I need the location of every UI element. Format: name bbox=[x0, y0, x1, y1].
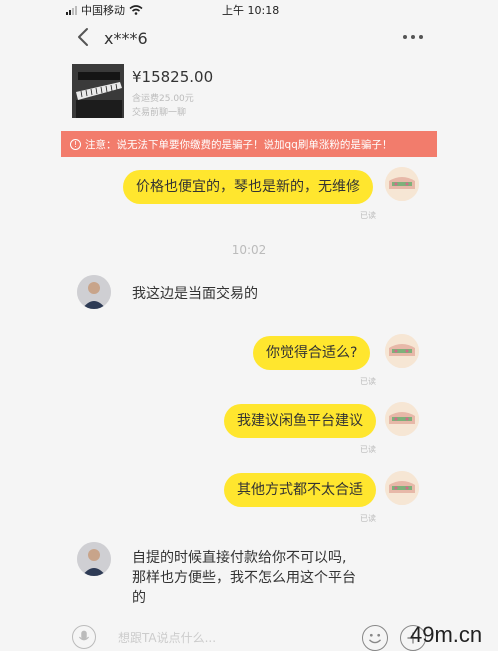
fraud-warning-banner: ! 注意：说无法下单要你缴费的是骗子！说加qq刷单涨粉的是骗子！ bbox=[61, 131, 437, 157]
message-bubble[interactable]: 其他方式都不太合适 bbox=[224, 473, 376, 507]
seller-avatar[interactable] bbox=[77, 275, 111, 309]
warning-text: 注意：说无法下单要你缴费的是骗子！说加qq刷单涨粉的是骗子！ bbox=[85, 138, 393, 151]
more-options-icon[interactable] bbox=[403, 35, 423, 39]
time-separator: 10:02 bbox=[231, 243, 267, 257]
read-status: 已读 bbox=[360, 445, 376, 454]
status-time: 上午 10:18 bbox=[222, 4, 280, 17]
my-avatar[interactable] bbox=[385, 334, 419, 368]
emoji-icon[interactable] bbox=[362, 625, 388, 651]
trade-stage: 交易前聊一聊 bbox=[132, 108, 187, 118]
chat-header: x***6 bbox=[0, 20, 498, 56]
message-bubble-incoming[interactable]: 自提的时候直接付款给你不可以吗, 那样也方便些，我不怎么用这个平台 的 bbox=[132, 548, 392, 608]
microphone-icon[interactable] bbox=[72, 625, 96, 649]
watermark: 49m.cn bbox=[410, 622, 483, 647]
product-thumbnail[interactable] bbox=[72, 64, 124, 118]
message-line: 那样也方便些，我不怎么用这个平台 bbox=[132, 570, 356, 586]
back-arrow-icon[interactable] bbox=[74, 26, 94, 48]
shipping-fee: 含运费25.00元 bbox=[132, 94, 194, 104]
message-bubble[interactable]: 我建议闲鱼平台建议 bbox=[224, 404, 376, 438]
product-card[interactable]: ¥15825.00 含运费25.00元 交易前聊一聊 bbox=[72, 64, 432, 120]
status-bar: 中国移动 上午 10:18 bbox=[0, 0, 498, 18]
signal-icon bbox=[66, 5, 77, 15]
wifi-icon bbox=[129, 5, 143, 15]
read-status: 已读 bbox=[360, 211, 376, 220]
seller-avatar[interactable] bbox=[77, 542, 111, 576]
message-input[interactable]: 想跟TA说点什么... bbox=[118, 629, 216, 646]
piano-image bbox=[72, 64, 124, 118]
my-avatar[interactable] bbox=[385, 167, 419, 201]
product-price: ¥15825.00 bbox=[132, 68, 214, 86]
message-bubble[interactable]: 你觉得合适么? bbox=[253, 336, 371, 370]
my-avatar[interactable] bbox=[385, 471, 419, 505]
message-bubble[interactable]: 价格也便宜的，琴也是新的，无维修 bbox=[123, 170, 373, 204]
message-bubble-incoming[interactable]: 我这边是当面交易的 bbox=[132, 284, 258, 304]
chat-title: x***6 bbox=[104, 29, 148, 48]
message-line: 的 bbox=[132, 590, 146, 606]
read-status: 已读 bbox=[360, 377, 376, 386]
my-avatar[interactable] bbox=[385, 402, 419, 436]
carrier-label: 中国移动 bbox=[81, 4, 125, 17]
message-line: 自提的时候直接付款给你不可以吗, bbox=[132, 550, 347, 566]
read-status: 已读 bbox=[360, 514, 376, 523]
warning-icon: ! bbox=[70, 138, 81, 150]
